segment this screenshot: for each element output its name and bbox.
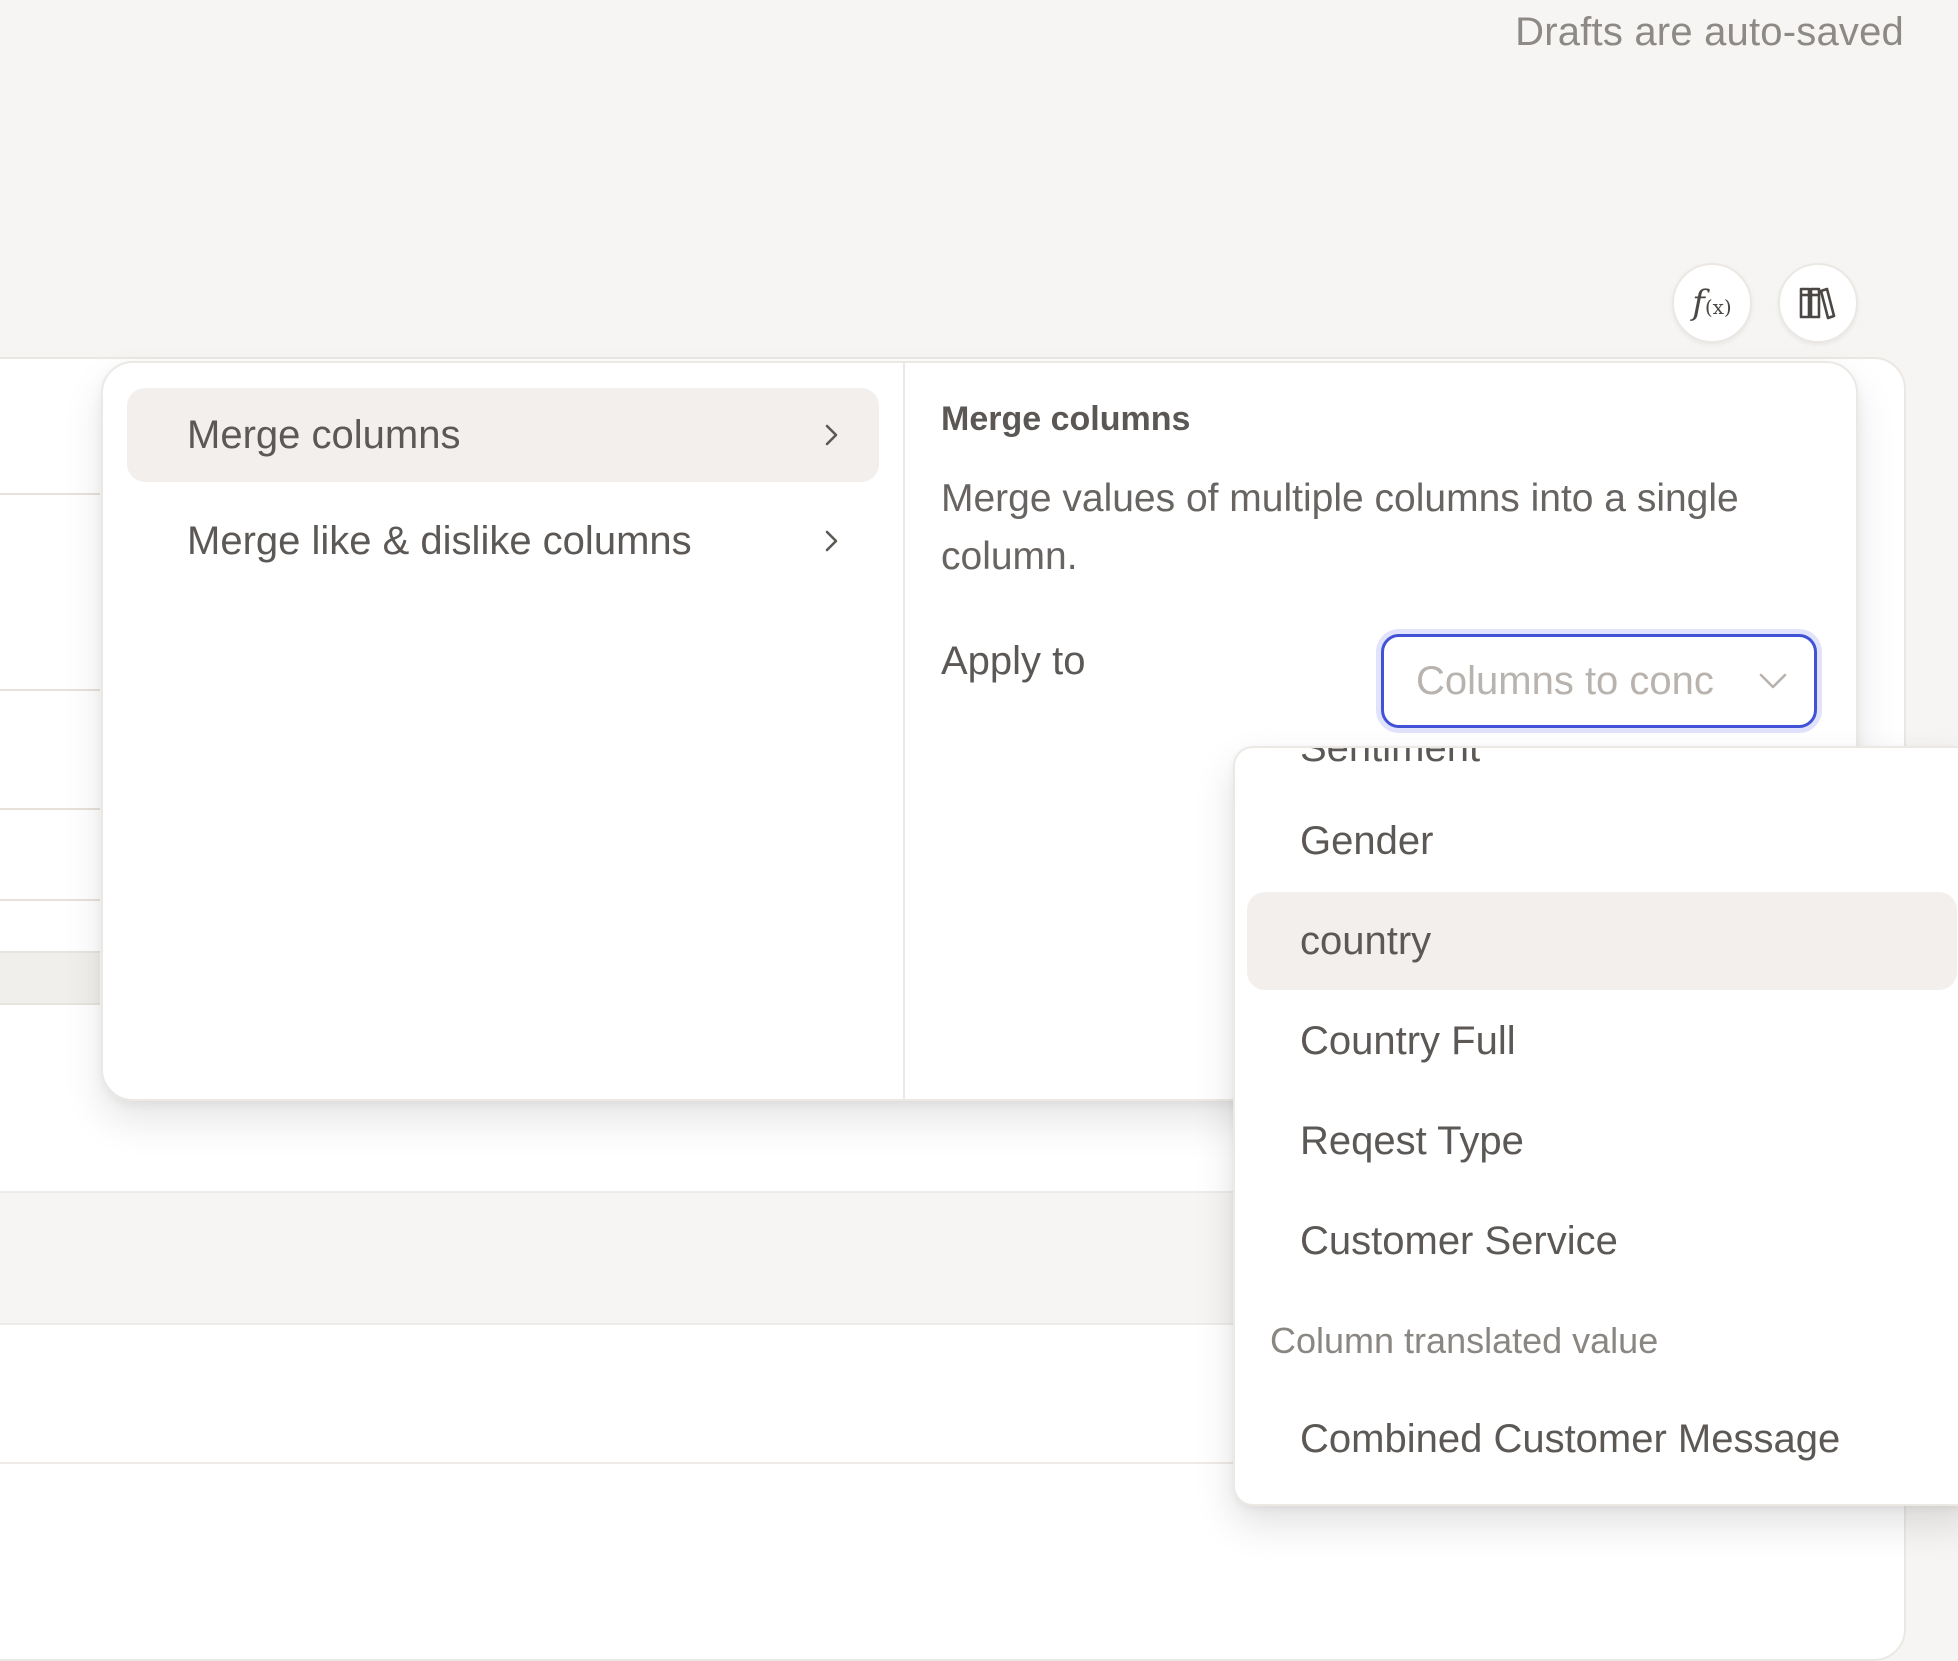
chevron-down-icon: [1759, 673, 1787, 689]
option-item[interactable]: Country Full: [1247, 992, 1957, 1090]
columns-select[interactable]: Columns to conc: [1381, 634, 1817, 728]
table-divider: [0, 689, 100, 691]
menu-item-merge-columns[interactable]: Merge columns: [127, 388, 879, 482]
background-row-divider: [0, 1462, 1250, 1464]
pane-description: Merge values of multiple columns into a …: [941, 477, 1739, 578]
pane-title: Merge columns: [941, 400, 1191, 438]
column-options-list: Sentiment Gender country Country Full Re…: [1233, 746, 1958, 1506]
formula-button[interactable]: f(x): [1672, 263, 1752, 343]
option-group-label: Column translated value: [1270, 1320, 1659, 1361]
apply-to-label: Apply to: [941, 639, 1086, 683]
chevron-right-icon: [825, 424, 838, 446]
table-divider: [0, 899, 100, 901]
option-item-highlighted[interactable]: country: [1247, 892, 1957, 990]
option-item[interactable]: Combined Customer Message: [1247, 1390, 1957, 1488]
select-placeholder: Columns to conc: [1416, 658, 1714, 703]
library-icon: [1799, 287, 1836, 320]
library-button[interactable]: [1778, 263, 1858, 343]
option-item[interactable]: Gender: [1247, 792, 1957, 890]
background-row: [0, 1191, 1250, 1325]
function-icon: f(x): [1692, 283, 1732, 323]
table-header-band: [0, 951, 100, 1005]
option-item[interactable]: Reqest Type: [1247, 1092, 1957, 1190]
menu-item-label: Merge columns: [187, 412, 461, 457]
menu-item-label: Merge like & dislike columns: [187, 518, 692, 563]
option-item[interactable]: Sentiment: [1247, 748, 1957, 797]
table-divider: [0, 493, 100, 495]
table-divider: [0, 808, 100, 810]
menu-item-merge-like-dislike[interactable]: Merge like & dislike columns: [127, 494, 879, 588]
transform-menu: Merge columns Merge like & dislike colum…: [103, 363, 905, 1099]
autosave-status: Drafts are auto-saved: [1515, 10, 1904, 54]
chevron-right-icon: [825, 530, 838, 552]
option-item[interactable]: Customer Service: [1247, 1192, 1957, 1290]
